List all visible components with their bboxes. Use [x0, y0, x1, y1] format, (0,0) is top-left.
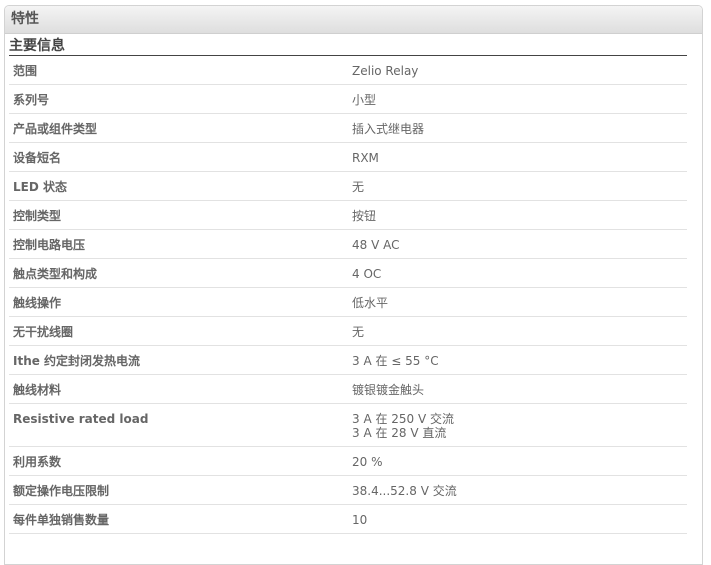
- table-row: 额定操作电压限制 38.4...52.8 V 交流: [9, 476, 687, 505]
- table-row: 产品或组件类型 插入式继电器: [9, 114, 687, 143]
- row-value: 4 OC: [348, 259, 687, 287]
- row-value-line: 插入式继电器: [352, 122, 425, 136]
- row-label: LED 状态: [13, 180, 67, 194]
- row-value-line: 48 V AC: [352, 238, 400, 252]
- row-value-line: 无: [352, 325, 365, 339]
- row-value-line: RXM: [352, 151, 379, 165]
- table-row: Ithe 约定封闭发热电流 3 A 在 ≤ 55 °C: [9, 346, 687, 375]
- spec-table: 范围 Zelio Relay 系列号 小型产品或组件类型 插入式继电器设备短名 RXM LE…: [9, 56, 687, 534]
- row-label: 触线材料: [13, 383, 62, 397]
- table-row: 系列号 小型: [9, 85, 687, 114]
- row-value-line: 20 %: [352, 455, 383, 469]
- row-value: 10: [348, 505, 687, 533]
- table-row: 无干扰线圈 无: [9, 317, 687, 346]
- row-label: 无干扰线圈: [13, 325, 74, 339]
- row-label: 额定操作电压限制: [13, 484, 110, 498]
- row-value: 无: [348, 172, 687, 200]
- table-row: 控制类型 按钮: [9, 201, 687, 230]
- row-label: 产品或组件类型: [13, 122, 98, 136]
- row-value: 20 %: [348, 447, 687, 475]
- row-value: 38.4...52.8 V 交流: [348, 476, 687, 504]
- row-label: 触线操作: [13, 296, 62, 310]
- row-label: 每件单独销售数量: [13, 513, 110, 527]
- table-row: 设备短名 RXM: [9, 143, 687, 172]
- table-row: 触线材料 镀银镀金触头: [9, 375, 687, 404]
- row-value: 3 A 在 ≤ 55 °C: [348, 346, 687, 374]
- row-value: 插入式继电器: [348, 114, 687, 142]
- row-value: 无: [348, 317, 687, 345]
- row-value-line: 小型: [352, 93, 377, 107]
- row-value-line: 4 OC: [352, 267, 382, 281]
- table-row: 触点类型和构成 4 OC: [9, 259, 687, 288]
- table-row: 触线操作 低水平: [9, 288, 687, 317]
- row-label: 利用系数: [13, 455, 62, 469]
- panel-title: 特性: [5, 6, 702, 34]
- row-value: RXM: [348, 143, 687, 171]
- row-value: 按钮: [348, 201, 687, 229]
- row-label: 系列号: [13, 93, 50, 107]
- row-label: 设备短名: [13, 151, 62, 165]
- table-row: 范围 Zelio Relay: [9, 56, 687, 85]
- table-row: 控制电路电压 48 V AC: [9, 230, 687, 259]
- row-value-line: 低水平: [352, 296, 389, 310]
- row-label: 范围: [13, 64, 38, 78]
- row-label: 控制类型: [13, 209, 62, 223]
- row-value-line: 按钮: [352, 209, 377, 223]
- row-label: 控制电路电压: [13, 238, 86, 252]
- row-value-line: 38.4...52.8 V 交流: [352, 484, 457, 498]
- table-row: 利用系数 20 %: [9, 447, 687, 476]
- row-value-line: 镀银镀金触头: [352, 383, 425, 397]
- section-title: 主要信息: [9, 36, 687, 56]
- row-label: 触点类型和构成: [13, 267, 98, 281]
- row-value: 48 V AC: [348, 230, 687, 258]
- row-value-line: Zelio Relay: [352, 64, 419, 78]
- row-value-line: 3 A 在 250 V 交流: [352, 412, 455, 426]
- row-label: Resistive rated load: [13, 412, 149, 426]
- row-value: 低水平: [348, 288, 687, 316]
- row-value-line: 3 A 在 ≤ 55 °C: [352, 354, 439, 368]
- row-label: Ithe 约定封闭发热电流: [13, 354, 141, 368]
- row-value-line: 无: [352, 180, 365, 194]
- row-value: Zelio Relay: [348, 56, 687, 84]
- row-value-line: 3 A 在 28 V 直流: [352, 426, 447, 440]
- table-row: LED 状态 无: [9, 172, 687, 201]
- row-value: 小型: [348, 85, 687, 113]
- row-value: 3 A 在 250 V 交流 3 A 在 28 V 直流: [348, 404, 687, 446]
- table-row: Resistive rated load 3 A 在 250 V 交流 3 A 在 …: [9, 404, 687, 447]
- row-value-line: 10: [352, 513, 368, 527]
- table-row: 每件单独销售数量 10: [9, 505, 687, 534]
- row-value: 镀银镀金触头: [348, 375, 687, 403]
